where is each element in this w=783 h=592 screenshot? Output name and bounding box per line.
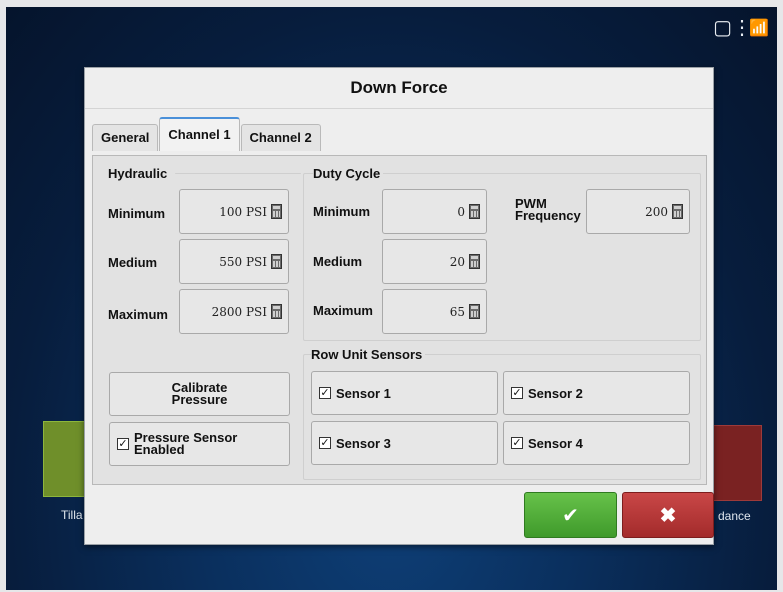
down-force-dialog: Down Force General Channel 1 Channel 2 H… bbox=[84, 67, 714, 545]
calculator-icon bbox=[672, 204, 683, 219]
tab-channel-1[interactable]: Channel 1 bbox=[159, 117, 240, 151]
display-icon[interactable]: ▢⋮ bbox=[713, 17, 752, 39]
duty-minimum-label: Minimum bbox=[313, 204, 371, 219]
sensor-3-label: Sensor 3 bbox=[336, 435, 391, 451]
calculator-icon bbox=[271, 254, 282, 269]
calibrate-pressure-button[interactable]: Calibrate Pressure bbox=[109, 372, 290, 416]
guidance-tile-label: dance bbox=[718, 509, 751, 523]
sensor-2-toggle[interactable]: ✓ Sensor 2 bbox=[503, 371, 690, 415]
duty-medium-label: Medium bbox=[313, 254, 363, 269]
checkbox-icon: ✓ bbox=[511, 386, 523, 399]
calculator-icon bbox=[469, 204, 480, 219]
accept-button[interactable]: ✔ bbox=[524, 492, 617, 538]
hydraulic-title: Hydraulic bbox=[108, 166, 168, 181]
duty-maximum-label: Maximum bbox=[313, 303, 373, 318]
checkbox-icon: ✓ bbox=[117, 437, 129, 450]
cancel-button[interactable]: ✖ bbox=[622, 492, 714, 538]
pwm-label-line2: Frequency bbox=[515, 208, 581, 223]
hydraulic-divider bbox=[175, 173, 301, 174]
duty-cycle-title: Duty Cycle bbox=[313, 166, 384, 181]
calculator-icon bbox=[469, 254, 480, 269]
duty-minimum-value: 0 bbox=[457, 204, 465, 219]
pressure-sensor-line2: Enabled bbox=[134, 442, 185, 457]
pwm-frequency-value: 200 bbox=[645, 204, 668, 219]
hydraulic-minimum-field[interactable]: 100 PSI bbox=[179, 189, 289, 234]
sensor-1-toggle[interactable]: ✓ Sensor 1 bbox=[311, 371, 498, 415]
close-icon: ✖ bbox=[659, 504, 677, 527]
hydraulic-minimum-label: Minimum bbox=[108, 206, 166, 221]
duty-maximum-value: 65 bbox=[449, 304, 465, 319]
hydraulic-maximum-label: Maximum bbox=[108, 307, 168, 322]
sensor-4-toggle[interactable]: ✓ Sensor 4 bbox=[503, 421, 690, 465]
sensor-3-toggle[interactable]: ✓ Sensor 3 bbox=[311, 421, 498, 465]
channel-panel: Hydraulic Minimum 100 PSI Medium 550 PSI… bbox=[92, 155, 707, 485]
duty-medium-value: 20 bbox=[449, 254, 465, 269]
sensor-4-label: Sensor 4 bbox=[528, 435, 583, 451]
pressure-sensor-enabled-toggle[interactable]: ✓ Pressure Sensor Enabled bbox=[109, 422, 290, 466]
hydraulic-maximum-value: 2800 PSI bbox=[211, 304, 267, 319]
tab-channel-2[interactable]: Channel 2 bbox=[240, 124, 321, 151]
guidance-tile[interactable] bbox=[712, 425, 762, 501]
calculator-icon bbox=[469, 304, 480, 319]
hydraulic-medium-field[interactable]: 550 PSI bbox=[179, 239, 289, 284]
calculator-icon bbox=[271, 304, 282, 319]
calculator-icon bbox=[271, 204, 282, 219]
hydraulic-medium-label: Medium bbox=[108, 255, 158, 270]
tillage-tile-label: Tilla bbox=[61, 508, 83, 522]
hydraulic-minimum-value: 100 PSI bbox=[219, 204, 267, 219]
display-screen: ▢⋮ 📶 Tilla dance Down Force General Chan… bbox=[6, 7, 777, 590]
checkbox-icon: ✓ bbox=[511, 436, 523, 449]
sensor-1-label: Sensor 1 bbox=[336, 385, 391, 401]
checkbox-icon: ✓ bbox=[319, 386, 331, 399]
pwm-frequency-label: PWM Frequency bbox=[515, 197, 581, 223]
hydraulic-medium-value: 550 PSI bbox=[219, 254, 267, 269]
tab-general[interactable]: General bbox=[92, 124, 159, 151]
gps-signal-icon[interactable]: 📶 bbox=[749, 18, 769, 38]
dialog-title: Down Force bbox=[85, 68, 713, 109]
tab-bar: General Channel 1 Channel 2 bbox=[92, 117, 322, 151]
hydraulic-maximum-field[interactable]: 2800 PSI bbox=[179, 289, 289, 334]
sensor-2-label: Sensor 2 bbox=[528, 385, 583, 401]
duty-medium-field[interactable]: 20 bbox=[382, 239, 487, 284]
checkbox-icon: ✓ bbox=[319, 436, 331, 449]
status-bar: ▢⋮ 📶 bbox=[713, 17, 769, 39]
calibrate-line2: Pressure bbox=[171, 392, 228, 407]
checkmark-icon: ✔ bbox=[562, 504, 579, 527]
duty-maximum-field[interactable]: 65 bbox=[382, 289, 487, 334]
duty-minimum-field[interactable]: 0 bbox=[382, 189, 487, 234]
row-unit-sensors-title: Row Unit Sensors bbox=[311, 347, 426, 362]
pwm-frequency-field[interactable]: 200 bbox=[586, 189, 690, 234]
